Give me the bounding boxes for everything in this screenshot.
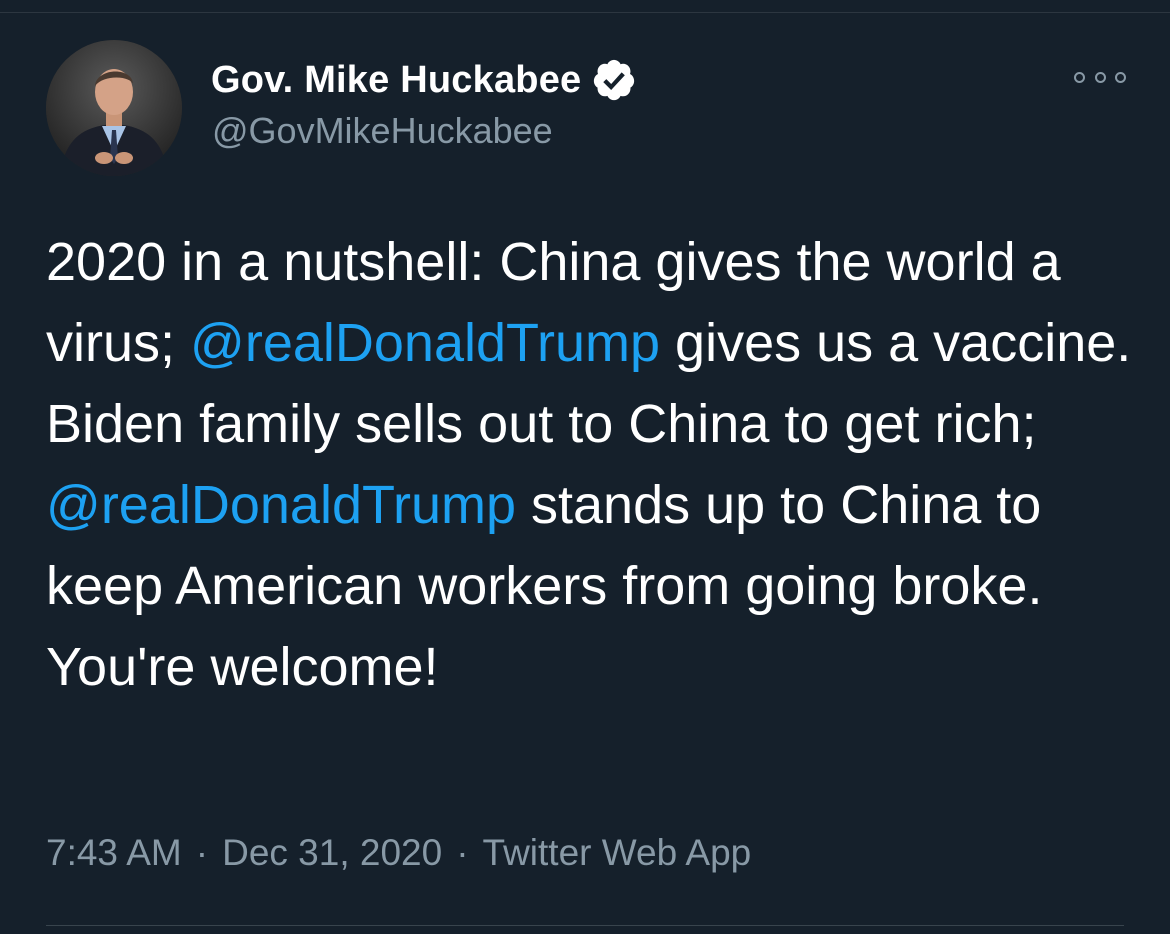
more-options-icon[interactable] [1074, 66, 1126, 88]
avatar-photo [46, 40, 182, 176]
bottom-divider [46, 925, 1124, 926]
mention-link[interactable]: @realDonaldTrump [46, 475, 516, 535]
tweet-text: 2020 in a nutshell: China gives the worl… [46, 222, 1136, 708]
more-dot [1094, 71, 1106, 83]
verified-badge-icon [591, 57, 637, 103]
tweet-meta: 7:43 AM · Dec 31, 2020 · Twitter Web App [46, 832, 751, 874]
author-name-row[interactable]: Gov. Mike Huckabee [211, 56, 637, 104]
tweet-source[interactable]: Twitter Web App [483, 832, 752, 874]
tweet-time[interactable]: 7:43 AM [46, 832, 182, 874]
more-dot [1115, 71, 1126, 83]
mention-link[interactable]: @realDonaldTrump [190, 313, 660, 373]
author-handle[interactable]: @GovMikeHuckabee [212, 110, 553, 152]
meta-separator: · [195, 832, 209, 873]
more-dot [1074, 71, 1085, 83]
meta-separator: · [456, 832, 469, 873]
author-display-name[interactable]: Gov. Mike Huckabee [211, 59, 581, 102]
tweet-date[interactable]: Dec 31, 2020 [222, 832, 442, 874]
author-avatar[interactable] [46, 40, 182, 176]
tweet-card: Gov. Mike Huckabee @GovMikeHuckabee 2020… [0, 0, 1170, 934]
